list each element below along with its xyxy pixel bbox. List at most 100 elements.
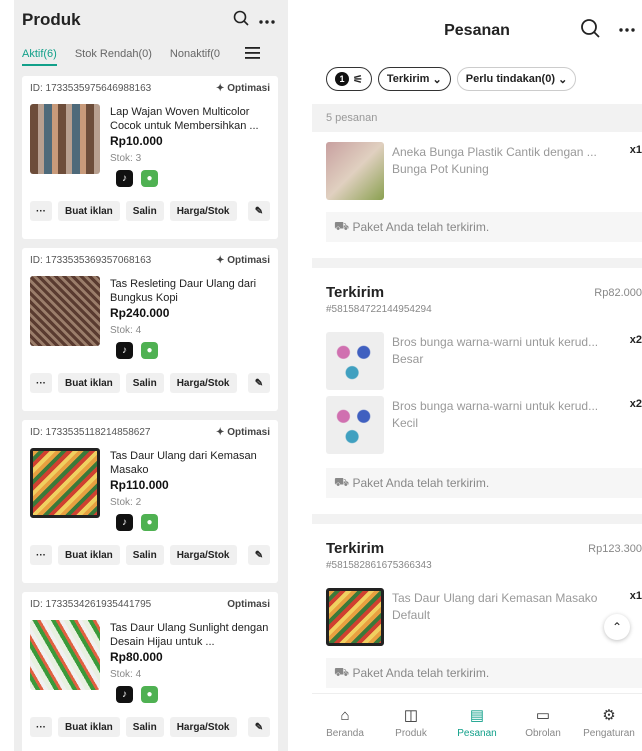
product-image[interactable] — [30, 104, 100, 174]
product-price: Rp80.000 — [110, 650, 163, 664]
order-card[interactable]: Terkirim #581582861675366343 Rp123.300 T… — [312, 524, 642, 688]
optimize-link[interactable]: ✦ Optimasi — [216, 255, 270, 266]
order-item[interactable]: Aneka Bunga Plastik Cantik dengan ... Bu… — [312, 138, 642, 202]
tab-low-stock[interactable]: Stok Rendah(0) — [75, 48, 152, 60]
divider — [312, 258, 642, 268]
product-name[interactable]: Lap Wajan Woven Multicolor Cocok untuk M… — [110, 105, 270, 133]
create-ad-button[interactable]: Buat iklan — [58, 201, 120, 221]
product-price: Rp10.000 — [110, 134, 163, 148]
tiktok-icon: ♪ — [116, 342, 133, 359]
item-name: Bros bunga warna-warni untuk kerud... Be… — [392, 335, 599, 366]
package-status: ⛟ Paket Anda telah terkirim. — [326, 468, 642, 498]
nav-settings[interactable]: ⚙ Pengaturan — [576, 694, 642, 751]
item-name: Aneka Bunga Plastik Cantik dengan ... Bu… — [392, 145, 597, 176]
product-stock: Stok: 4 — [110, 325, 142, 336]
tokopedia-icon: ● — [141, 342, 158, 359]
product-name[interactable]: Tas Resleting Daur Ulang dari Bungkus Ko… — [110, 277, 270, 305]
price-stock-button[interactable]: Harga/Stok — [169, 373, 237, 393]
optimize-link[interactable]: Optimasi — [227, 599, 270, 610]
item-image — [326, 142, 384, 200]
divider — [312, 514, 642, 524]
product-card[interactable]: ID: 1733535975646988163 ✦ Optimasi Lap Wa… — [22, 76, 278, 239]
package-status: ⛟ Paket Anda telah terkirim. — [326, 212, 642, 242]
settings-icon: ⚙ — [602, 707, 616, 724]
nav-products[interactable]: ◫ Produk — [378, 694, 444, 751]
create-ad-button[interactable]: Buat iklan — [58, 717, 120, 737]
package-status: ⛟ Paket Anda telah terkirim. — [326, 658, 642, 688]
order-number: #581584722144954294 — [326, 304, 432, 315]
search-icon[interactable] — [228, 10, 254, 31]
optimize-link[interactable]: ✦ Optimasi — [216, 427, 270, 438]
more-icon[interactable] — [254, 11, 280, 29]
order-number: #581582861675366343 — [326, 560, 432, 571]
product-id: ID: 1733535369357068163 — [30, 255, 152, 266]
order-status: Terkirim — [326, 540, 385, 557]
item-image — [326, 396, 384, 454]
edit-icon[interactable]: ✎ — [248, 373, 270, 393]
filter-button[interactable]: 1 ⚟ — [326, 67, 372, 91]
filter-count-badge: 1 — [335, 72, 349, 86]
tokopedia-icon: ● — [141, 170, 158, 187]
price-stock-button[interactable]: Harga/Stok — [169, 545, 237, 565]
truck-icon: ⛟ — [334, 665, 353, 679]
tab-inactive[interactable]: Nonaktif(0 — [170, 48, 220, 60]
orders-icon: ▤ — [469, 707, 485, 724]
price-stock-button[interactable]: Harga/Stok — [169, 201, 237, 221]
chevron-down-icon: ⌄ — [432, 73, 442, 86]
product-image[interactable] — [30, 276, 100, 346]
home-icon: ⌂ — [340, 706, 350, 724]
order-item[interactable]: Bros bunga warna-warni untuk kerud... Ke… — [312, 392, 642, 456]
more-button[interactable]: ··· — [30, 373, 52, 393]
create-ad-button[interactable]: Buat iklan — [58, 545, 120, 565]
status-dropdown[interactable]: Terkirim ⌄ — [377, 67, 451, 91]
edit-icon[interactable]: ✎ — [248, 201, 270, 221]
product-id: ID: 1733535975646988163 — [30, 83, 152, 94]
item-qty: x1 — [629, 590, 642, 602]
order-total: Rp123.300 — [588, 543, 642, 555]
product-stock: Stok: 4 — [110, 669, 142, 680]
truck-icon: ⛟ — [334, 475, 353, 489]
product-id: ID: 1733534261935441795 — [30, 599, 152, 610]
copy-button[interactable]: Salin — [125, 717, 164, 737]
tab-active[interactable]: Aktif(6) — [22, 48, 57, 66]
tokopedia-icon: ● — [141, 686, 158, 703]
nav-orders[interactable]: ▤ Pesanan — [444, 694, 510, 751]
copy-button[interactable]: Salin — [125, 201, 164, 221]
product-card[interactable]: ID: 1733534261935441795 Optimasi Tas Daur… — [22, 592, 278, 751]
product-card[interactable]: ID: 1733535369357068163 ✦ Optimasi Tas Re… — [22, 248, 278, 411]
order-count: 5 pesanan — [312, 104, 642, 132]
product-name[interactable]: Tas Daur Ulang dari Kemasan Masako — [110, 449, 270, 477]
scroll-to-top-button[interactable]: ⌃ — [604, 614, 630, 640]
product-price: Rp110.000 — [110, 478, 169, 492]
edit-icon[interactable]: ✎ — [248, 545, 270, 565]
more-button[interactable]: ··· — [30, 545, 52, 565]
nav-home[interactable]: ⌂ Beranda — [312, 694, 378, 751]
order-filters: 1 ⚟ Terkirim ⌄ Perlu tindakan(0) ⌄ — [312, 60, 642, 98]
product-name[interactable]: Tas Daur Ulang Sunlight dengan Desain Hi… — [110, 621, 270, 649]
tiktok-icon: ♪ — [116, 170, 133, 187]
order-item[interactable]: Tas Daur Ulang dari Kemasan Masako Defau… — [312, 584, 642, 648]
tokopedia-icon: ● — [141, 514, 158, 531]
optimize-link[interactable]: ✦ Optimasi — [216, 83, 270, 94]
more-button[interactable]: ··· — [30, 717, 52, 737]
product-image[interactable] — [30, 620, 100, 690]
filter-icon: ⚟ — [353, 73, 363, 86]
menu-icon[interactable] — [245, 46, 260, 63]
item-name: Tas Daur Ulang dari Kemasan Masako Defau… — [392, 591, 598, 622]
price-stock-button[interactable]: Harga/Stok — [169, 717, 237, 737]
product-stock: Stok: 3 — [110, 153, 142, 164]
edit-icon[interactable]: ✎ — [248, 717, 270, 737]
order-item[interactable]: Bros bunga warna-warni untuk kerud... Be… — [312, 328, 642, 392]
product-card[interactable]: ID: 1733535118214858627 ✦ Optimasi Tas Da… — [22, 420, 278, 583]
item-name: Bros bunga warna-warni untuk kerud... Ke… — [392, 399, 599, 430]
copy-button[interactable]: Salin — [125, 373, 164, 393]
create-ad-button[interactable]: Buat iklan — [58, 373, 120, 393]
more-icon[interactable] — [619, 19, 635, 37]
copy-button[interactable]: Salin — [125, 545, 164, 565]
more-button[interactable]: ··· — [30, 201, 52, 221]
search-icon[interactable] — [580, 18, 600, 43]
nav-chat[interactable]: ▭ Obrolan — [510, 694, 576, 751]
action-dropdown[interactable]: Perlu tindakan(0) ⌄ — [456, 67, 577, 91]
product-image[interactable] — [30, 448, 100, 518]
order-card[interactable]: Terkirim #581584722144954294 Rp82.000 Br… — [312, 268, 642, 498]
